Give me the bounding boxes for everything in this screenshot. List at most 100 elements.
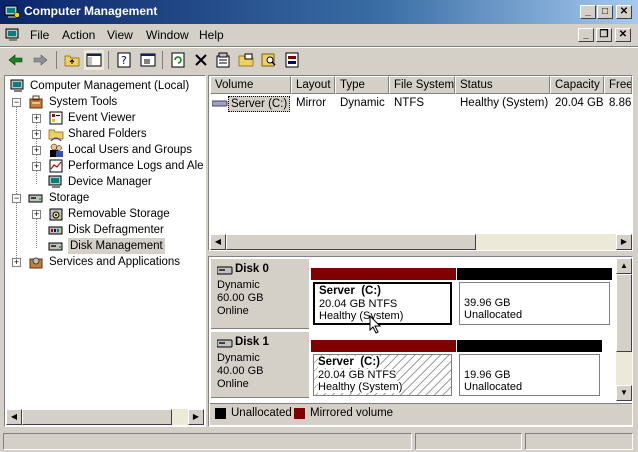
maximize-button[interactable]: □ — [597, 5, 613, 19]
column-header-volume[interactable]: Volume — [210, 76, 291, 94]
partition-detail: 20.04 GB NTFS — [318, 369, 397, 381]
help-topic-icon[interactable] — [138, 50, 158, 70]
tree-item-local-users-groups[interactable]: + Local Users and Groups — [8, 142, 204, 158]
find-icon[interactable] — [259, 50, 279, 70]
console-tree-pane[interactable]: Computer Management (Local) − System Too… — [4, 75, 206, 427]
column-header-layout[interactable]: Layout — [291, 76, 335, 94]
delete-icon[interactable] — [191, 50, 211, 70]
disk-1-unallocated[interactable]: 19.96 GB Unallocated — [457, 340, 602, 398]
back-button[interactable] — [6, 50, 26, 70]
disk-1-partition-c[interactable]: Server (C:) 20.04 GB NTFS Healthy (Syste… — [311, 340, 456, 398]
disk-1-info[interactable]: Disk 1 Dynamic 40.00 GB Online — [211, 332, 309, 398]
toolbar-separator — [56, 51, 57, 69]
partition-hatched-frame: Server (C:) 20.04 GB NTFS Healthy (Syste… — [313, 354, 452, 396]
menu-bar: File Action View Window Help _ ❐ ✕ — [0, 24, 638, 46]
partition-name: Server (C:) — [318, 356, 380, 368]
column-header-type[interactable]: Type — [335, 76, 389, 94]
show-hide-console-tree-icon[interactable] — [84, 50, 104, 70]
properties-icon[interactable]: ? — [114, 50, 134, 70]
status-panel-2 — [415, 433, 522, 450]
disk-1-type: Dynamic — [217, 352, 260, 364]
tree-item-shared-folders[interactable]: + Shared Folders — [8, 126, 204, 142]
volume-list-pane[interactable]: Volume Layout Type File System Status Ca… — [208, 75, 633, 251]
partition-name: Server (C:) — [319, 285, 381, 297]
mmc-document-icon[interactable] — [5, 27, 21, 43]
scroll-thumb[interactable] — [226, 234, 476, 250]
tree-horizontal-scrollbar[interactable]: ◀ ▶ — [6, 409, 204, 425]
disk-graphical-pane[interactable]: Disk 0 Dynamic 60.00 GB Online Server (C… — [208, 256, 633, 427]
column-header-status[interactable]: Status — [455, 76, 550, 94]
menu-action[interactable]: Action — [62, 28, 95, 42]
scroll-right-button[interactable]: ▶ — [188, 409, 204, 425]
tree-item-disk-management[interactable]: Disk Management — [8, 238, 204, 254]
close-button[interactable]: ✕ — [616, 5, 632, 19]
mouse-cursor-icon — [369, 314, 383, 335]
scroll-right-button[interactable]: ▶ — [616, 234, 632, 250]
collapse-toggle[interactable]: − — [12, 98, 21, 107]
menu-file[interactable]: File — [30, 28, 49, 42]
disk-0-state: Online — [217, 305, 249, 317]
collapse-toggle[interactable]: − — [12, 194, 21, 203]
scroll-left-button[interactable]: ◀ — [6, 409, 22, 425]
tree-label: Storage — [49, 192, 90, 204]
volume-horizontal-scrollbar[interactable]: ◀ ▶ — [210, 234, 632, 250]
scroll-thumb[interactable] — [22, 409, 172, 425]
column-header-capacity[interactable]: Capacity — [550, 76, 604, 94]
expand-toggle[interactable]: + — [32, 162, 41, 171]
storage-icon — [28, 190, 44, 206]
tree-item-removable-storage[interactable]: + Removable Storage — [8, 206, 204, 222]
menu-window[interactable]: Window — [146, 28, 189, 42]
tree-item-services-applications[interactable]: + Services and Applications — [8, 254, 204, 270]
mirrored-swatch — [294, 408, 305, 419]
event-viewer-icon — [48, 110, 64, 126]
expand-toggle[interactable]: + — [32, 210, 41, 219]
services-applications-icon — [28, 254, 44, 270]
disk-0-partition-c[interactable]: Server (C:) 20.04 GB NTFS Healthy (Syste… — [311, 268, 456, 329]
partition-frame: 19.96 GB Unallocated — [459, 354, 600, 396]
disk-0-info[interactable]: Disk 0 Dynamic 60.00 GB Online — [211, 259, 309, 329]
column-header-file-system[interactable]: File System — [389, 76, 455, 94]
status-bar — [0, 430, 638, 452]
child-minimize-button[interactable]: _ — [578, 28, 594, 42]
tree-label: Local Users and Groups — [68, 144, 193, 156]
tree-item-system-tools[interactable]: − System Tools — [8, 94, 204, 110]
child-restore-button[interactable]: ❐ — [596, 28, 612, 42]
disk-0-unallocated[interactable]: 39.96 GB Unallocated — [457, 268, 612, 329]
forward-button[interactable] — [30, 50, 50, 70]
tree-item-disk-defragmenter[interactable]: Disk Defragmenter — [8, 222, 204, 238]
scroll-left-button[interactable]: ◀ — [210, 234, 226, 250]
tree-item-device-manager[interactable]: Device Manager — [8, 174, 204, 190]
title-bar[interactable]: Computer Management _ □ ✕ — [0, 0, 638, 24]
tree-item-event-viewer[interactable]: + Event Viewer — [8, 110, 204, 126]
partition-status: Unallocated — [464, 381, 523, 393]
scroll-up-button[interactable]: ▲ — [616, 258, 632, 274]
minimize-button[interactable]: _ — [580, 5, 596, 19]
disk-properties-icon[interactable] — [282, 50, 302, 70]
expand-toggle[interactable]: + — [32, 130, 41, 139]
toolbar-separator — [162, 51, 163, 69]
legend-unallocated: Unallocated — [231, 407, 292, 419]
open-folder-icon[interactable] — [236, 50, 256, 70]
system-tools-icon — [28, 94, 44, 110]
up-one-level-icon[interactable] — [62, 50, 82, 70]
menu-help[interactable]: Help — [199, 28, 224, 42]
partition-frame: 39.96 GB Unallocated — [459, 282, 610, 325]
tree-item-computer-management[interactable]: Computer Management (Local) — [8, 78, 204, 94]
disk-vertical-scrollbar[interactable]: ▲ ▼ — [616, 258, 632, 401]
toolbar: ? — [0, 47, 638, 73]
properties-page-icon[interactable] — [213, 50, 233, 70]
expand-toggle[interactable]: + — [32, 114, 41, 123]
scroll-down-button[interactable]: ▼ — [616, 385, 632, 401]
scroll-thumb[interactable] — [616, 274, 632, 352]
refresh-icon[interactable] — [168, 50, 188, 70]
expand-toggle[interactable]: + — [32, 146, 41, 155]
cell-layout: Mirror — [296, 97, 327, 109]
column-header-free[interactable]: Free — [604, 76, 632, 94]
expand-toggle[interactable]: + — [12, 258, 21, 267]
child-close-button[interactable]: ✕ — [615, 28, 631, 42]
menu-view[interactable]: View — [107, 28, 133, 42]
table-row[interactable]: Server (C:) Mirror Dynamic NTFS Healthy … — [210, 96, 632, 112]
device-manager-icon — [48, 174, 64, 190]
tree-item-performance-logs[interactable]: + Performance Logs and Alerts — [8, 158, 204, 174]
tree-item-storage[interactable]: − Storage — [8, 190, 204, 206]
